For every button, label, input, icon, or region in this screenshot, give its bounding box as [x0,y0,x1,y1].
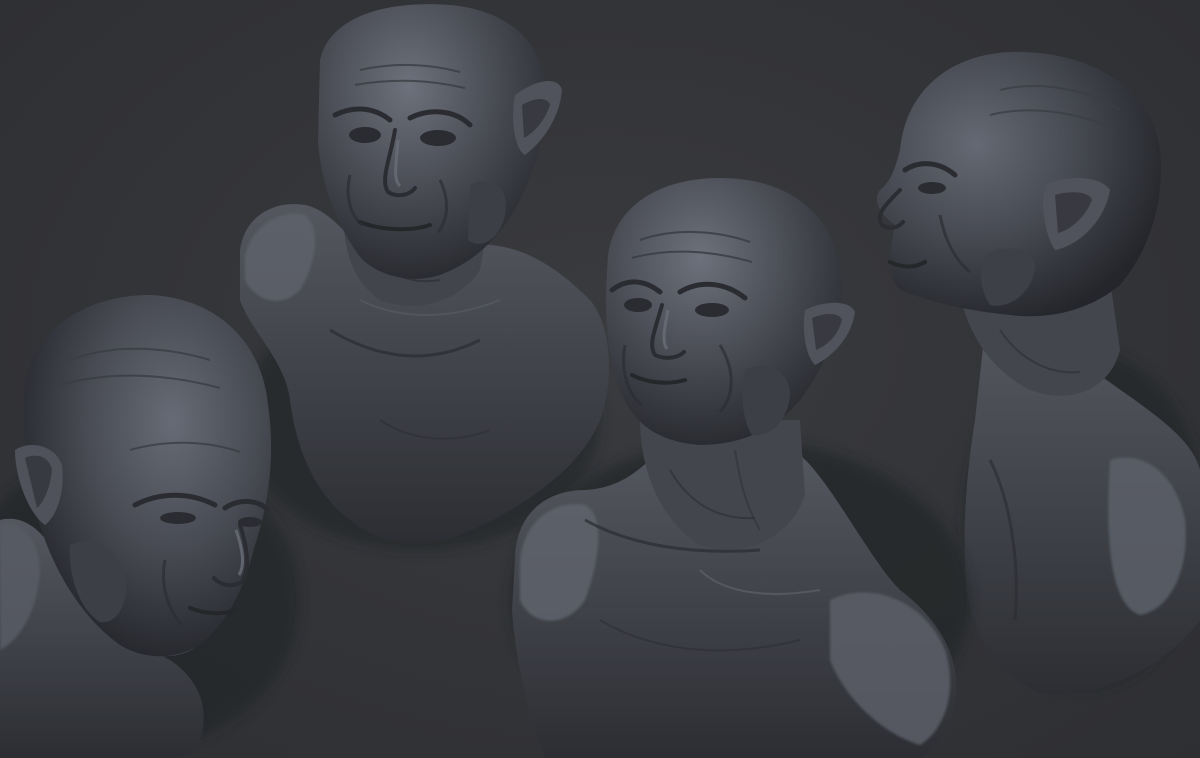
bust-view-top-center[interactable] [240,4,610,550]
render-canvas [0,4,1200,758]
sculpt-viewport[interactable] [0,0,1200,758]
bust-view-left[interactable] [0,295,300,758]
